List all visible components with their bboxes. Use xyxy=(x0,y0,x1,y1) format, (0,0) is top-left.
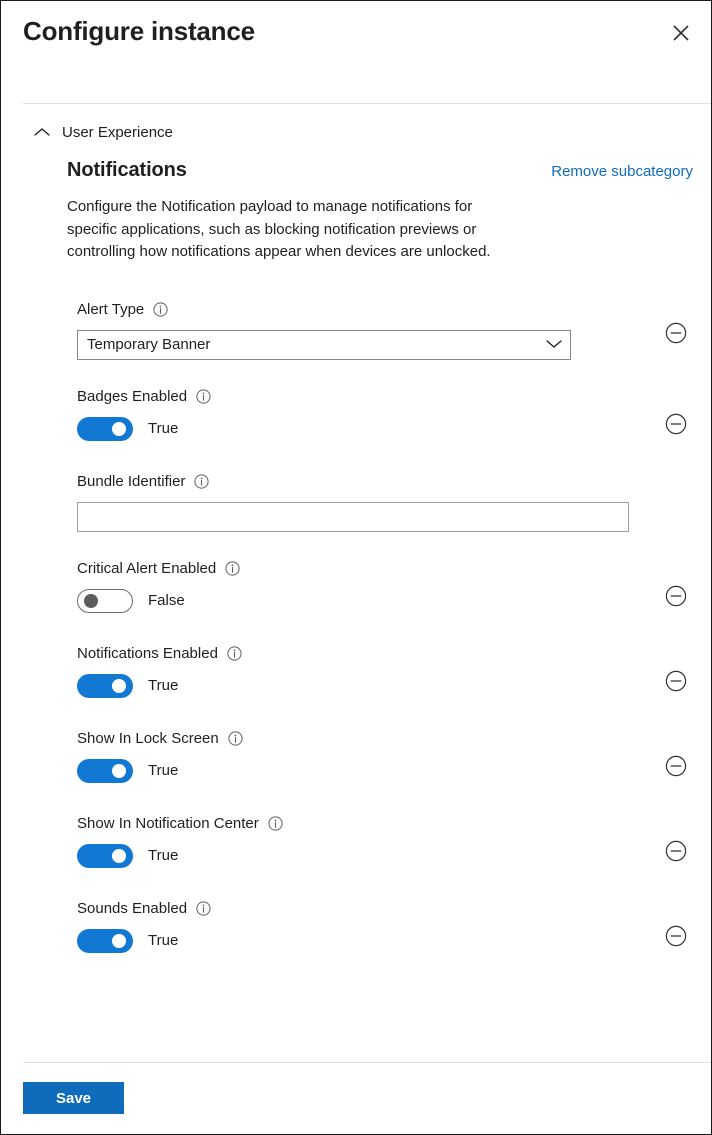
setting-control: True xyxy=(77,843,693,868)
setting-label: Alert Type xyxy=(77,300,145,318)
toggle-knob xyxy=(84,593,98,608)
chevron-down-icon xyxy=(546,336,562,354)
show-in-lock-screen-toggle[interactable] xyxy=(77,758,133,783)
toggle-wrap: True xyxy=(77,758,179,783)
setting-label-row: Bundle Identifier xyxy=(77,472,693,492)
toggle-knob xyxy=(112,848,126,863)
chevron-up-icon xyxy=(34,127,50,137)
setting-label-row: Show In Lock Screen xyxy=(77,729,693,749)
save-button[interactable]: Save xyxy=(23,1082,124,1114)
remove-subcategory-link[interactable]: Remove subcategory xyxy=(551,163,693,180)
setting-alert-type: Alert Type Temporary Banner xyxy=(77,300,693,360)
info-icon[interactable] xyxy=(194,474,210,489)
setting-label-row: Badges Enabled xyxy=(77,387,693,407)
circle-minus-icon xyxy=(665,413,687,438)
setting-control: False xyxy=(77,588,693,613)
critical-alert-enabled-toggle[interactable] xyxy=(77,588,133,613)
close-button[interactable] xyxy=(663,15,699,51)
setting-bundle-identifier: Bundle Identifier xyxy=(77,472,693,532)
badges-enabled-toggle[interactable] xyxy=(77,416,133,441)
info-icon[interactable] xyxy=(227,646,242,661)
show-in-notification-center-toggle[interactable] xyxy=(77,843,133,868)
info-icon[interactable] xyxy=(228,731,243,746)
info-icon[interactable] xyxy=(153,302,168,317)
toggle-knob xyxy=(112,763,126,778)
show-in-notification-center-value: True xyxy=(148,847,179,864)
toggle-knob xyxy=(112,421,126,436)
toggle-wrap: True xyxy=(77,843,179,868)
setting-label: Critical Alert Enabled xyxy=(77,559,217,577)
sounds-enabled-value: True xyxy=(148,932,179,949)
category-user-experience[interactable]: User Experience xyxy=(1,103,711,145)
close-icon xyxy=(672,24,690,42)
critical-alert-enabled-value: False xyxy=(148,592,185,609)
toggle-wrap: True xyxy=(77,673,179,698)
alert-type-value: Temporary Banner xyxy=(87,337,211,352)
remove-setting-show-in-lock-screen[interactable] xyxy=(663,755,689,781)
sounds-enabled-toggle[interactable] xyxy=(77,928,133,953)
setting-control xyxy=(77,501,693,532)
setting-label-row: Sounds Enabled xyxy=(77,899,693,919)
setting-label: Bundle Identifier xyxy=(77,472,186,490)
setting-label-row: Show In Notification Center xyxy=(77,814,693,834)
toggle-wrap: True xyxy=(77,416,179,441)
subcategory-header: Notifications Remove subcategory xyxy=(67,159,693,182)
remove-setting-sounds-enabled[interactable] xyxy=(663,925,689,951)
panel-footer: Save xyxy=(23,1062,711,1134)
remove-setting-alert-type[interactable] xyxy=(663,322,689,348)
panel-body: User Experience Notifications Remove sub… xyxy=(1,103,711,1062)
circle-minus-icon xyxy=(665,755,687,780)
subcategory-title: Notifications xyxy=(67,159,187,181)
toggle-knob xyxy=(112,678,126,693)
setting-show-in-lock-screen: Show In Lock Screen True xyxy=(77,729,693,787)
remove-setting-badges-enabled[interactable] xyxy=(663,413,689,439)
setting-label: Show In Notification Center xyxy=(77,814,259,832)
toggle-knob xyxy=(112,933,126,948)
toggle-wrap: True xyxy=(77,928,179,953)
circle-minus-icon xyxy=(665,585,687,610)
notifications-enabled-value: True xyxy=(148,677,179,694)
setting-control: True xyxy=(77,416,693,441)
info-icon[interactable] xyxy=(196,389,211,404)
toggle-wrap: False xyxy=(77,588,185,613)
setting-label: Sounds Enabled xyxy=(77,899,188,917)
setting-label: Badges Enabled xyxy=(77,387,188,405)
setting-critical-alert-enabled: Critical Alert Enabled False xyxy=(77,559,693,617)
setting-control: True xyxy=(77,673,693,698)
show-in-lock-screen-value: True xyxy=(148,762,179,779)
circle-minus-icon xyxy=(665,322,687,347)
setting-notifications-enabled: Notifications Enabled True xyxy=(77,644,693,702)
setting-badges-enabled: Badges Enabled True xyxy=(77,387,693,445)
bundle-identifier-input[interactable] xyxy=(77,501,629,532)
alert-type-dropdown[interactable]: Temporary Banner xyxy=(77,329,571,360)
setting-label-row: Critical Alert Enabled xyxy=(77,559,693,579)
setting-label: Notifications Enabled xyxy=(77,644,218,662)
badges-enabled-value: True xyxy=(148,420,179,437)
remove-setting-notifications-enabled[interactable] xyxy=(663,670,689,696)
info-icon[interactable] xyxy=(268,816,283,831)
panel-header: Configure instance xyxy=(1,1,711,104)
setting-label-row: Notifications Enabled xyxy=(77,644,693,664)
circle-minus-icon xyxy=(665,840,687,865)
setting-control: True xyxy=(77,758,693,783)
notifications-enabled-toggle[interactable] xyxy=(77,673,133,698)
subcategory-notifications: Notifications Remove subcategory Configu… xyxy=(1,159,711,264)
circle-minus-icon xyxy=(665,925,687,950)
configure-instance-panel: Configure instance User Experience Notif… xyxy=(0,0,712,1135)
category-label: User Experience xyxy=(62,123,173,141)
info-icon[interactable] xyxy=(196,901,211,916)
setting-show-in-notification-center: Show In Notification Center True xyxy=(77,814,693,872)
settings-list: Alert Type Temporary Banner Badges Enabl… xyxy=(1,300,711,957)
subcategory-description: Configure the Notification payload to ma… xyxy=(67,198,491,260)
remove-setting-show-in-notification-center[interactable] xyxy=(663,840,689,866)
info-icon[interactable] xyxy=(225,561,240,576)
setting-control: True xyxy=(77,928,693,953)
page-title: Configure instance xyxy=(23,16,255,46)
setting-control: Temporary Banner xyxy=(77,329,693,360)
setting-label-row: Alert Type xyxy=(77,300,693,320)
setting-sounds-enabled: Sounds Enabled True xyxy=(77,899,693,957)
circle-minus-icon xyxy=(665,670,687,695)
remove-setting-critical-alert-enabled[interactable] xyxy=(663,585,689,611)
setting-label: Show In Lock Screen xyxy=(77,729,219,747)
